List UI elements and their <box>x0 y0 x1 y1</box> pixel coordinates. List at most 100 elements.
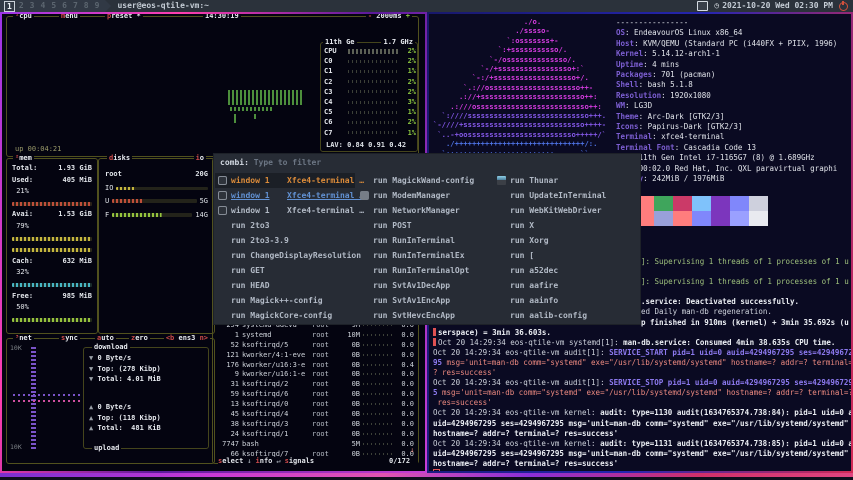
rofi-entry[interactable]: run GET <box>215 263 355 278</box>
table-row-process[interactable]: 176kworker/u16:3-eroot0B0.4 <box>215 360 417 370</box>
net-stat-row: ▲ Top: (118 Kibp) <box>89 413 161 424</box>
rofi-entry[interactable]: run a52dec <box>494 263 638 278</box>
mem-value: 405 MiB <box>62 176 92 188</box>
workspace-8[interactable]: 8 <box>82 0 91 12</box>
net-zero-button[interactable]: zero <box>129 334 150 343</box>
rofi-entry[interactable]: run HEAD <box>215 278 355 293</box>
rofi-entry[interactable]: run SvtAv1EncApp <box>357 293 493 308</box>
proc-cpu-graph <box>363 413 393 415</box>
rofi-entry[interactable]: run Thunar <box>494 173 638 188</box>
mem-label: Cach: <box>12 257 33 269</box>
rofi-entry[interactable]: run 2to3 <box>215 218 355 233</box>
rofi-entry[interactable]: run RunInTerminalEx <box>357 248 493 263</box>
rofi-entry[interactable]: run Magick++-config <box>215 293 355 308</box>
table-row-process[interactable]: 45ksoftirqd/4root0B0.0 <box>215 409 417 419</box>
rofi-entry[interactable]: window 1Xfce4-terminal … <box>215 173 355 188</box>
system-info-line: OS: EndeavourOS Linux x86_64 <box>616 28 837 38</box>
rofi-entry-text: run SvtAv1DecApp <box>373 281 450 290</box>
workspace-2[interactable]: 2 <box>17 0 26 12</box>
rofi-entry[interactable]: run aafire <box>494 278 638 293</box>
systray-terminal-icon[interactable] <box>697 1 708 11</box>
menu-button[interactable]: menu <box>59 14 80 21</box>
proc-footer-item[interactable]: signals <box>285 457 315 465</box>
rofi-entry[interactable]: window 1Xfce4-terminal … <box>215 188 355 203</box>
workspace-9[interactable]: 9 <box>93 0 102 12</box>
info-label: Kernel <box>616 49 643 58</box>
net-auto-button[interactable]: auto <box>95 334 116 343</box>
table-row-process[interactable]: 38ksoftirqd/3root0B0.0 <box>215 419 417 429</box>
power-icon[interactable] <box>839 2 848 11</box>
cpu-core-pct: 3% <box>400 98 416 106</box>
rofi-entry[interactable]: run 2to3-3.9 <box>215 233 355 248</box>
rofi-entry[interactable]: run POST <box>357 218 493 233</box>
table-row-process[interactable]: 13ksoftirqd/0root0B0.0 <box>215 399 417 409</box>
cpu-core-meter <box>348 101 398 104</box>
table-row-process[interactable]: 9kworker/u16:1-eroot0B0.0 <box>215 369 417 379</box>
workspace-4[interactable]: 4 <box>38 0 47 12</box>
io-toggle[interactable]: io <box>194 154 206 163</box>
proc-user: root <box>312 361 342 369</box>
endeavouros-ascii-logo: ./o. ./sssso- `:osssssss+- `:+ssssssssss… <box>433 17 606 158</box>
rofi-entry[interactable]: run UpdateInTerminal <box>494 188 638 203</box>
log-segment: .service: Deactivated successfully. <box>641 297 799 306</box>
rofi-entry[interactable]: window 1Xfce4-terminal … <box>215 203 355 218</box>
rofi-entry[interactable]: run ChangeDisplayResolution <box>215 248 355 263</box>
rofi-entry[interactable]: run X <box>494 218 638 233</box>
table-row-process[interactable]: 7747bash5M0.0 <box>215 439 417 449</box>
proc-pid: 24 <box>215 430 239 438</box>
rofi-entry[interactable]: run SvtAv1DecApp <box>357 278 493 293</box>
table-row-process[interactable]: 121kworker/4:1-everoot0B0.0 <box>215 350 417 360</box>
rofi-prompt-row[interactable]: combi: Type to filter <box>214 154 640 171</box>
footer-word: elect <box>222 457 243 465</box>
rofi-entry[interactable]: run ModemManager <box>357 188 493 203</box>
rofi-entry[interactable]: run MagickCore-config <box>215 308 355 323</box>
cpu-core-row: C51% <box>324 107 416 117</box>
rofi-entry[interactable]: run MagickWand-config <box>357 173 493 188</box>
rofi-entry[interactable]: run RunInTerminalOpt <box>357 263 493 278</box>
rofi-entry[interactable]: run aainfo <box>494 293 638 308</box>
table-row-process[interactable]: 59ksoftirqd/6root0B0.0 <box>215 389 417 399</box>
update-interval-control[interactable]: - 2000ms + <box>366 14 412 21</box>
info-value: : 1920x1080 <box>661 91 711 100</box>
proc-pid: 52 <box>215 341 239 349</box>
info-value: : Arc-Dark [GTK2/3] <box>639 112 725 121</box>
proc-cpu-graph <box>363 324 393 326</box>
table-row-process[interactable]: 52ksoftirqd/5root0B0.0 <box>215 340 417 350</box>
workspace-1[interactable]: 1 <box>4 1 15 12</box>
rofi-entry[interactable]: run RunInTerminal <box>357 233 493 248</box>
net-iface-switcher[interactable]: <b ens3 n> <box>164 334 210 343</box>
ascii-art-line: `:+sssssssssso/. <box>433 45 606 54</box>
rofi-entry[interactable]: run Xorg <box>494 233 638 248</box>
workspace-3[interactable]: 3 <box>28 0 37 12</box>
cpu-core-list: CPU2%C02%C11%C22%C32%C43%C51%C62%C71% <box>324 46 416 138</box>
ascii-art-line: `-/+sssssssssssssssso+:` <box>433 64 606 73</box>
rofi-entry[interactable]: run SvtHevcEncApp <box>357 308 493 323</box>
proc-footer-item[interactable]: info <box>256 457 273 465</box>
proc-footer-item[interactable]: select <box>218 457 243 465</box>
rofi-entry[interactable]: run [ <box>494 248 638 263</box>
workspace-7[interactable]: 7 <box>71 0 80 12</box>
system-info-line: Terminal: xfce4-terminal <box>616 132 837 142</box>
proc-scroll-down-icon[interactable]: ↓ <box>410 446 414 454</box>
rofi-entry-text: run HEAD <box>231 281 270 290</box>
workspace-6[interactable]: 6 <box>60 0 69 12</box>
table-row-process[interactable]: 24ksoftirqd/1root0B0.0 <box>215 429 417 439</box>
net-stat-value: Top: (278 Kibp) <box>97 365 160 373</box>
log-priority-mark <box>433 328 436 336</box>
table-row-process[interactable]: 31ksoftirqd/2root0B0.0 <box>215 379 417 389</box>
cpu-graph <box>228 90 302 105</box>
info-value: : 11th Gen Intel i7-1165G7 (8) @ 1.689GH… <box>630 153 815 162</box>
preset-button[interactable]: preset * <box>105 14 143 21</box>
thunar-icon <box>497 176 506 185</box>
cpu-core-meter <box>348 70 398 73</box>
mem-row <box>12 280 92 292</box>
workspace-5[interactable]: 5 <box>49 0 58 12</box>
net-sync-button[interactable]: sync <box>59 334 80 343</box>
disks-box: disks io root20G IO U 5G F 14G <box>98 158 215 334</box>
info-value: : LG3D <box>625 101 652 110</box>
rofi-entry[interactable]: run NetworkManager <box>357 203 493 218</box>
palette-swatch <box>692 196 711 211</box>
rofi-entry[interactable]: run WebKitWebDriver <box>494 203 638 218</box>
rofi-entry[interactable]: run aalib-config <box>494 308 638 323</box>
table-row-process[interactable]: 1systemdroot10M0.0 <box>215 330 417 340</box>
